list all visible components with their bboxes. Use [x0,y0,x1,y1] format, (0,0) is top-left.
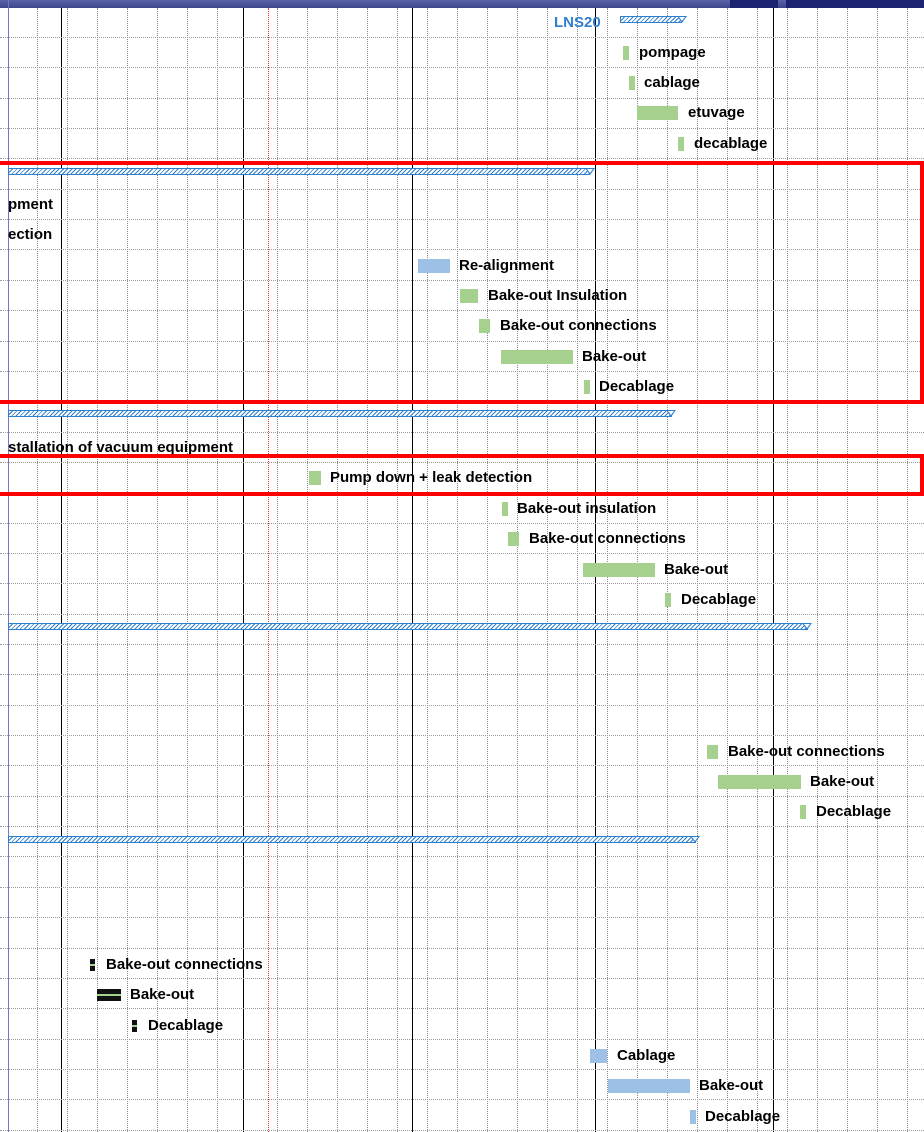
task-label: Bake-out connections [728,743,885,760]
summary-end-marker [666,410,676,417]
grid-row-dotted [0,158,924,159]
task-label: Bake-out [130,986,195,1003]
task-label: Decablage [681,591,757,608]
grid-row-dotted [0,1069,924,1070]
task-bar-cablage[interactable] [590,1049,607,1063]
gantt-chart: LNS20 pompage cablage etuvage decablage … [0,0,924,1132]
window-top-strip [0,0,924,8]
summary-end-marker [677,16,687,23]
grid-row-dotted [0,37,924,38]
task-bar-decablage[interactable] [132,1020,137,1032]
summary-label-lns20: LNS20 [554,14,601,31]
grid-row-dotted [0,98,924,99]
grid-row-dotted [0,583,924,584]
task-bar-decablage[interactable] [800,805,806,819]
task-label: Decablage [148,1017,224,1034]
highlight-box-group1 [0,161,924,404]
toolbar-block [786,0,924,8]
task-bar-cablage[interactable] [629,76,635,90]
task-label: Decablage [705,1108,781,1125]
grid-row-dotted [0,1099,924,1100]
toolbar-block [730,0,778,8]
summary-end-marker [690,836,700,843]
task-bar-bakeout-connections[interactable] [707,745,718,759]
task-label: decablage [694,135,768,152]
summary-end-marker [802,623,812,630]
task-bar-bakeout[interactable] [583,563,655,577]
task-bar-bakeout[interactable] [97,989,121,1001]
grid-row-dotted [0,432,924,433]
grid-row-dotted [0,1039,924,1040]
grid-row-dotted [0,67,924,68]
grid-row-dotted [0,1130,924,1131]
highlight-box-pumpdown [0,454,924,496]
task-bar-bakeout-insulation[interactable] [502,502,508,516]
summary-bar-lns20[interactable] [620,16,682,23]
task-label: Bake-out insulation [517,500,657,517]
summary-bar-group4[interactable] [8,836,696,843]
summary-bar-group3[interactable] [8,623,808,630]
grid-row-dotted [0,128,924,129]
grid-row-dotted [0,887,924,888]
task-bar-decablage[interactable] [678,137,684,151]
task-label: Bake-out [699,1077,764,1094]
grid-row-dotted [0,765,924,766]
grid-row-dotted [0,735,924,736]
task-label: Cablage [617,1047,676,1064]
grid-row-dotted [0,553,924,554]
summary-bar-group2[interactable] [8,410,672,417]
task-bar-bakeout-connections[interactable] [90,959,95,971]
grid-row-dotted [0,796,924,797]
task-bar-bakeout[interactable] [718,775,801,789]
task-bar-bakeout-connections[interactable] [508,532,519,546]
grid-row-dotted [0,644,924,645]
grid-row-dotted [0,856,924,857]
task-label: Bake-out [810,773,875,790]
grid-row-dotted [0,705,924,706]
task-bar-bakeout[interactable] [608,1079,690,1093]
task-label: cablage [644,74,700,91]
grid-row-dotted [0,917,924,918]
task-bar-decablage[interactable] [665,593,671,607]
task-label: Bake-out connections [529,530,686,547]
task-bar-etuvage[interactable] [637,106,678,120]
task-label: etuvage [688,104,745,121]
task-bar-pompage[interactable] [623,46,629,60]
grid-row-dotted [0,523,924,524]
grid-row-dotted [0,674,924,675]
grid-row-dotted [0,826,924,827]
grid-row-dotted [0,948,924,949]
task-bar-decablage[interactable] [690,1110,696,1124]
grid-row-dotted [0,1008,924,1009]
task-label: Decablage [816,803,892,820]
grid-row-dotted [0,614,924,615]
grid-row-dotted [0,978,924,979]
task-label: pompage [639,44,706,61]
task-label: Bake-out [664,561,729,578]
task-label: Bake-out connections [106,956,263,973]
